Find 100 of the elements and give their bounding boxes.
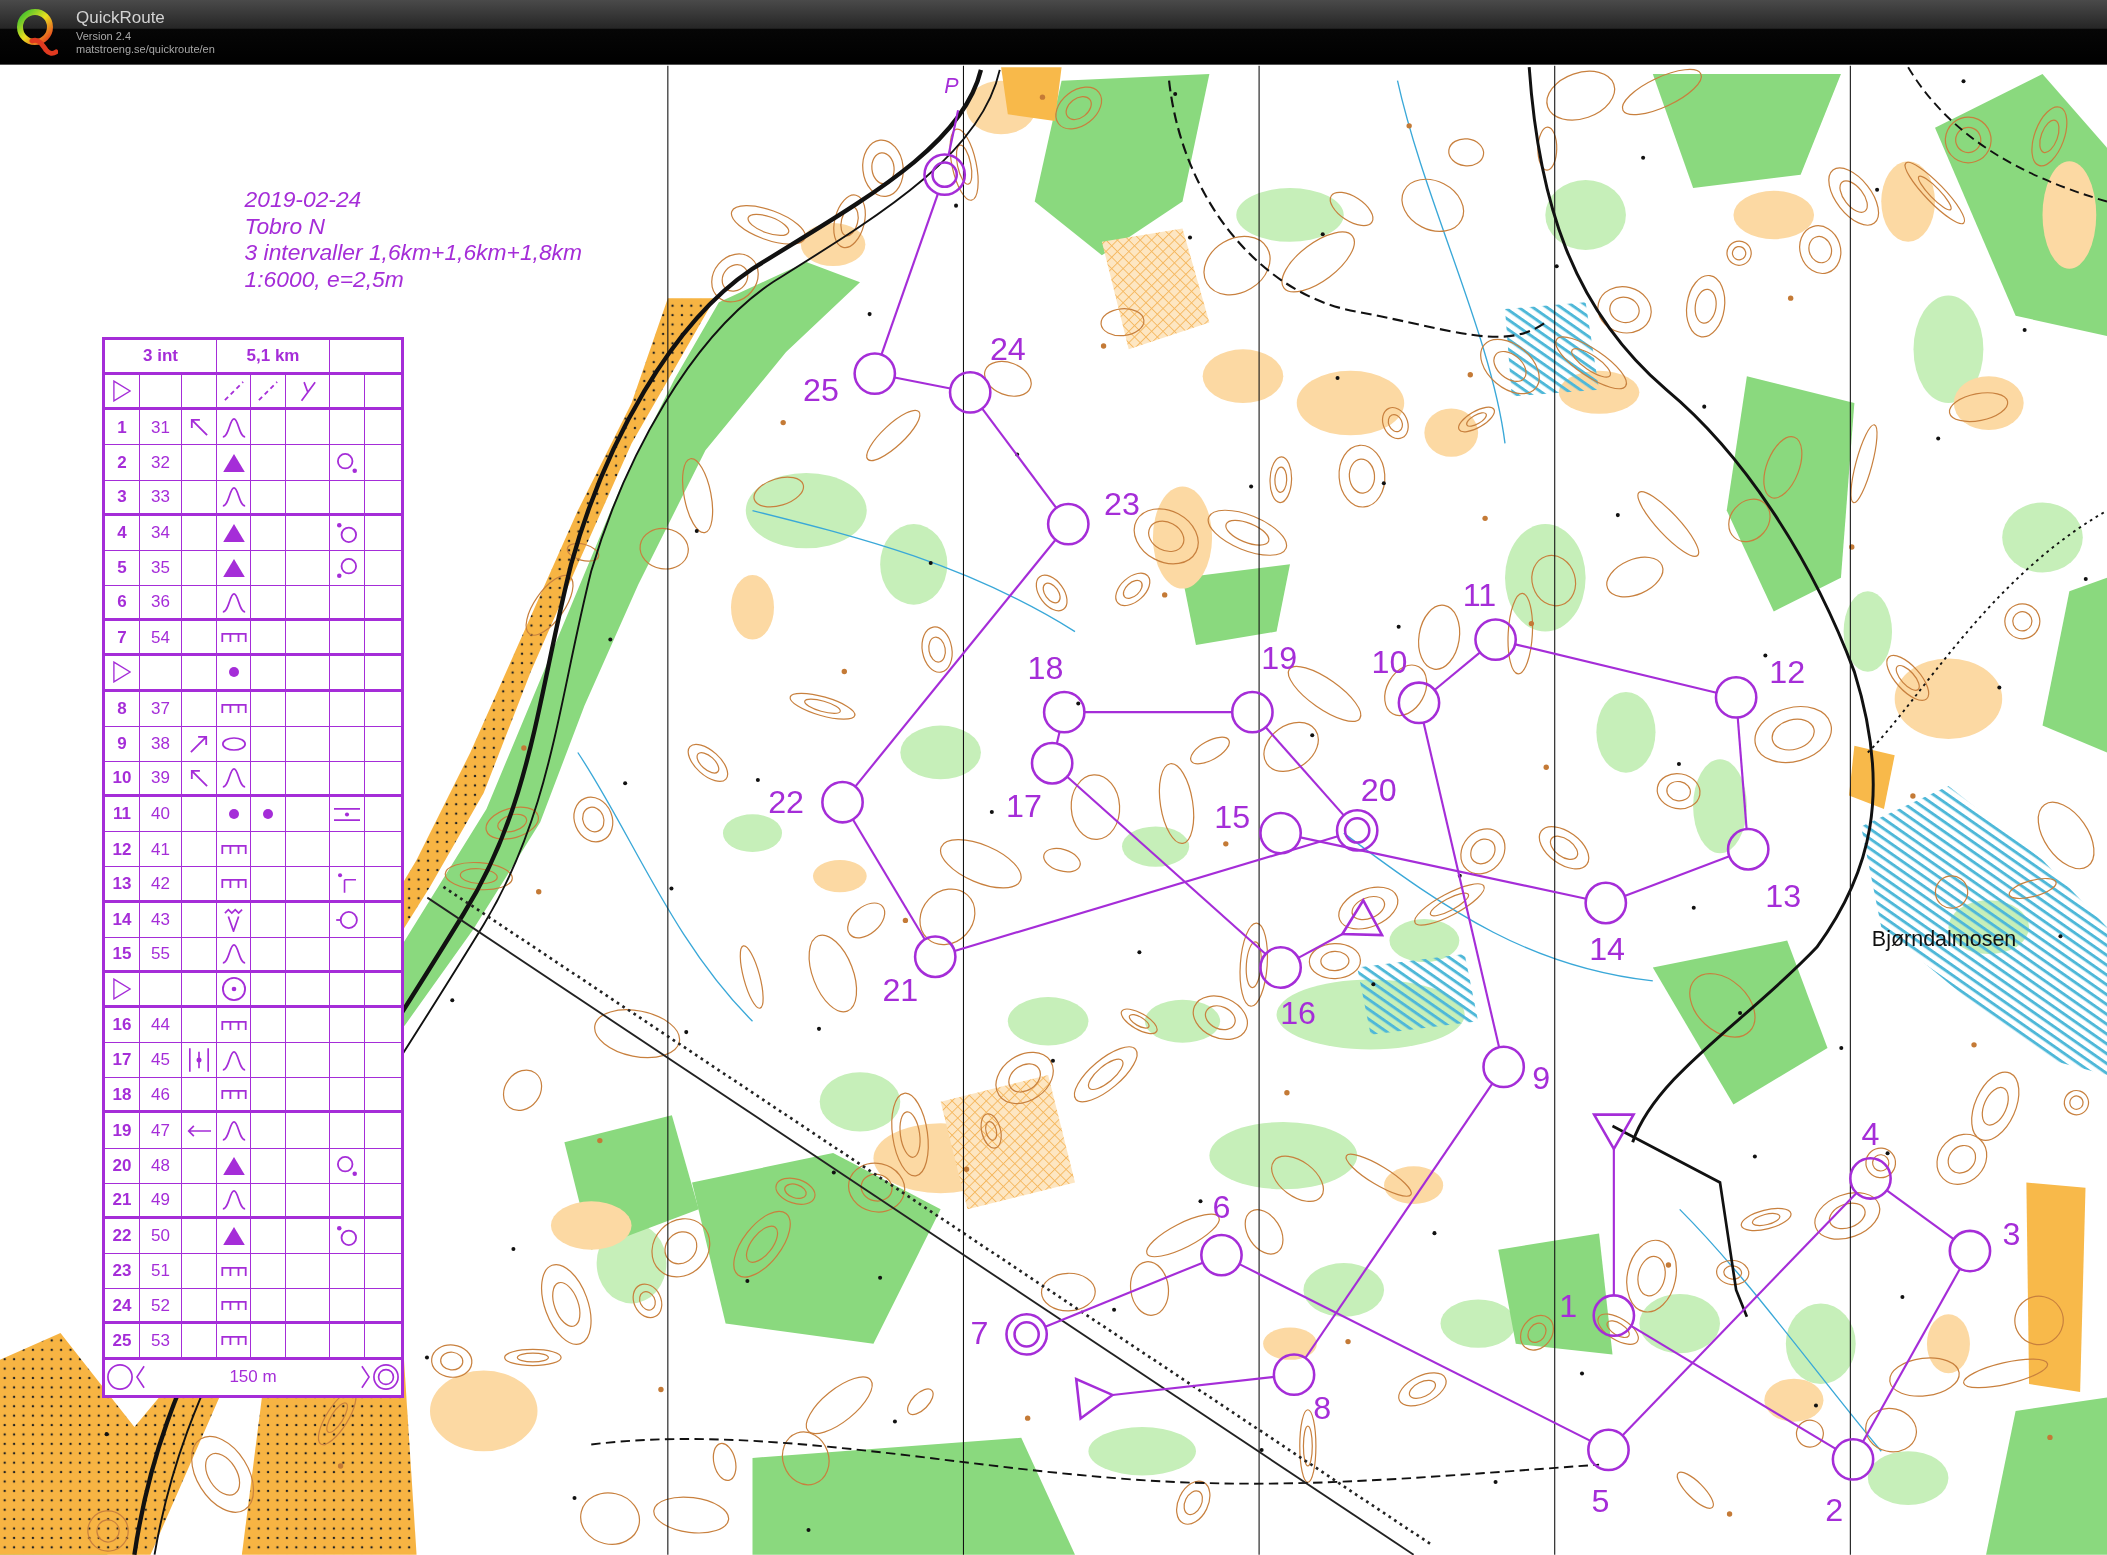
- control-number: 3: [2002, 1215, 2021, 1252]
- control-circle: [1482, 1045, 1526, 1089]
- control-number: 23: [1104, 485, 1140, 522]
- control-number: 25: [803, 371, 839, 408]
- control-circle: [1587, 1428, 1630, 1472]
- comb-icon: [220, 632, 247, 642]
- table-cell: 16: [105, 1007, 140, 1043]
- comb-icon: [220, 1020, 247, 1030]
- table-cell: 18: [105, 1078, 140, 1111]
- control-circle: [913, 935, 957, 979]
- control-number: 15: [1214, 799, 1251, 835]
- ring-with-dot-icon: [337, 1226, 357, 1246]
- arrow-up-left-icon: [190, 768, 208, 787]
- table-cell: 11: [105, 797, 140, 832]
- control-number: 2: [1825, 1492, 1844, 1529]
- comb-icon: [220, 844, 247, 854]
- map-note-text: 1:6000, e=2,5m: [244, 265, 404, 292]
- table-cell: 25: [105, 1324, 140, 1357]
- control-circle: [1259, 811, 1303, 855]
- table-cell: 35: [140, 550, 182, 586]
- table-cell: 3 int: [105, 340, 217, 373]
- table-cell: 6: [105, 586, 140, 619]
- control-circle: [853, 352, 897, 395]
- table-cell: 37: [140, 691, 182, 726]
- table-cell: 17: [105, 1043, 140, 1078]
- table-cell: 23: [105, 1254, 140, 1289]
- comb-icon: [220, 1300, 247, 1310]
- control-number: 7: [970, 1315, 989, 1351]
- circled-dot-icon: [221, 976, 246, 1001]
- table-cell: 43: [140, 902, 182, 937]
- control-circle: [1849, 1157, 1892, 1200]
- control-number: 14: [1589, 930, 1626, 967]
- dashed-line-icon: [223, 381, 244, 402]
- table-cell: 32: [140, 445, 182, 480]
- bell-curve-icon: [221, 1049, 246, 1071]
- course-leg: [1886, 1189, 1955, 1240]
- filled-triangle-icon: [222, 1156, 245, 1175]
- table-cell: 42: [140, 867, 182, 900]
- comb-icon: [220, 1335, 247, 1345]
- control-number: 18: [1027, 649, 1064, 686]
- arrow-left-icon: [187, 1124, 211, 1137]
- control-circle: [1230, 690, 1274, 734]
- table-cell: 7: [105, 621, 140, 654]
- start-triangle-icon: [113, 977, 131, 1000]
- control-number: 21: [882, 972, 919, 1009]
- comb-icon: [220, 704, 247, 714]
- ring-with-dot-icon: [337, 558, 357, 578]
- map-label: Bjørndalmosen: [1871, 927, 2017, 951]
- double-circle: [1335, 809, 1379, 852]
- table-cell: 51: [140, 1254, 182, 1289]
- course-leg: [894, 376, 951, 390]
- table-cell: 31: [140, 410, 182, 445]
- table-cell: 52: [140, 1289, 182, 1322]
- table-cell: 38: [140, 726, 182, 761]
- version-text: Version 2.4: [76, 31, 133, 42]
- lines-with-dot-icon: [334, 807, 360, 821]
- table-cell: 33: [140, 480, 182, 513]
- distance-label: 150 m: [229, 1366, 277, 1389]
- table-cell: 5: [105, 550, 140, 586]
- start-triangle-icon: [113, 380, 131, 403]
- control-circle: [1200, 1233, 1243, 1277]
- control-number: 13: [1765, 878, 1802, 915]
- bell-curve-icon: [221, 486, 246, 508]
- bell-curve-icon: [221, 416, 246, 438]
- control-circle: [1042, 690, 1086, 734]
- control-number: 1: [1559, 1288, 1578, 1325]
- table-cell: 22: [105, 1218, 140, 1254]
- control-circle: [1272, 1353, 1316, 1397]
- filled-triangle-icon: [222, 1227, 245, 1245]
- filled-triangle-icon: [222, 559, 245, 577]
- dot-icon: [263, 809, 273, 820]
- control-circle: [1397, 681, 1441, 725]
- table-cell: 5,1 km: [217, 340, 330, 373]
- control-number: 20: [1360, 772, 1397, 809]
- table-cell: 55: [140, 937, 182, 970]
- table-cell: 10: [105, 761, 140, 795]
- ring-with-dot-icon: [337, 452, 357, 473]
- map-label: P: [944, 74, 959, 98]
- dot-icon: [228, 809, 239, 820]
- table-cell: 9: [105, 726, 140, 761]
- ring-with-dot-icon: [337, 522, 357, 543]
- map-note-text: Tobro N: [244, 212, 325, 239]
- app-title: QuickRoute: [76, 9, 166, 26]
- control-circle: [948, 370, 992, 414]
- url-text: matstroeng.se/quickroute/en: [76, 44, 215, 55]
- circle-icon: [107, 1364, 133, 1391]
- start-triangle: [1074, 1377, 1116, 1421]
- table-cell: 2: [105, 445, 140, 480]
- control-circle: [1831, 1437, 1875, 1481]
- bell-curve-icon: [221, 1189, 246, 1211]
- control-number: 10: [1371, 644, 1408, 681]
- table-cell: 20: [105, 1148, 140, 1183]
- table-cell: 48: [140, 1148, 182, 1183]
- table-cell: 36: [140, 586, 182, 619]
- comb-icon: [220, 1266, 247, 1276]
- start-triangle: [1340, 897, 1385, 937]
- zigzag-v-icon: [224, 907, 243, 932]
- y-shape-icon: [299, 380, 316, 402]
- course-leg: [1433, 651, 1481, 691]
- arrow-up-right-icon: [190, 734, 208, 753]
